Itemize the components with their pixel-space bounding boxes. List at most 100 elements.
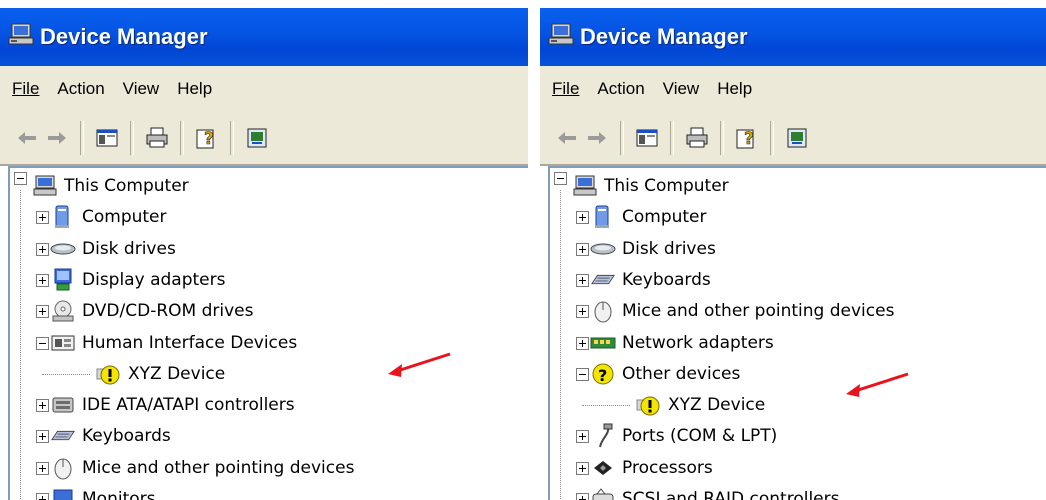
back-button[interactable] — [12, 123, 42, 153]
expand-toggle[interactable] — [576, 493, 589, 500]
expand-toggle[interactable] — [36, 430, 49, 444]
menu-bar: File Action View Help — [540, 66, 1046, 113]
tree-item[interactable]: Computer — [50, 203, 167, 231]
console-tree-icon — [636, 129, 658, 147]
tree-item-child[interactable]: XYZ Device — [96, 360, 225, 388]
device-tree-pane[interactable]: This Computer Computer Disk drives Keyboard… — [548, 166, 1046, 500]
back-arrow-icon — [18, 132, 36, 144]
menu-file[interactable]: File — [550, 79, 581, 99]
menu-bar: File Action View Help — [0, 66, 528, 113]
tree-item-label: Mice and other pointing devices — [622, 301, 895, 322]
tree-item[interactable]: Ports (COM & LPT) — [590, 422, 777, 450]
tree-item[interactable]: ? Other devices — [590, 360, 740, 388]
forward-arrow-icon — [48, 132, 66, 144]
title-bar[interactable]: Device Manager — [540, 8, 1046, 66]
back-button[interactable] — [552, 123, 582, 153]
menu-help[interactable]: Help — [175, 79, 214, 99]
tree-item[interactable]: DVD/CD-ROM drives — [50, 297, 253, 325]
tree-item[interactable]: Keyboards — [50, 422, 171, 450]
toolbar-separator — [230, 121, 234, 155]
expand-toggle[interactable] — [576, 242, 589, 256]
display-adapter-icon — [50, 267, 76, 293]
menu-view[interactable]: View — [661, 79, 702, 99]
toolbar-separator — [770, 121, 774, 155]
root-computer-icon — [572, 173, 598, 199]
title-bar[interactable]: Device Manager — [0, 8, 528, 66]
expand-toggle[interactable] — [36, 461, 49, 475]
tree-root[interactable]: This Computer — [32, 172, 189, 200]
help-button[interactable]: ? — [192, 123, 222, 153]
scan-hardware-button[interactable] — [242, 123, 272, 153]
tree-item[interactable]: Mice and other pointing devices — [590, 297, 894, 325]
menu-view[interactable]: View — [121, 79, 162, 99]
tree-item[interactable]: SCSI and RAID controllers — [590, 485, 839, 500]
tree-connector — [582, 405, 630, 407]
tree-item[interactable]: Mice and other pointing devices — [50, 454, 354, 482]
collapse-toggle[interactable] — [576, 367, 589, 381]
unknown-device-icon: ? — [590, 361, 616, 387]
expand-toggle[interactable] — [36, 493, 49, 500]
menu-view-label: View — [662, 79, 700, 98]
processor-icon — [590, 455, 616, 481]
print-button[interactable] — [682, 123, 712, 153]
tree-item[interactable]: Computer — [590, 203, 707, 231]
device-tree-pane[interactable]: This Computer Computer Disk drives Display … — [8, 166, 528, 500]
toolbar-separator — [720, 121, 724, 155]
tree-item[interactable]: Display adapters — [50, 266, 225, 294]
menu-help[interactable]: Help — [715, 79, 754, 99]
menu-file-label: File — [552, 79, 580, 98]
tree-item-label: XYZ Device — [128, 363, 226, 384]
tree-item-label: SCSI and RAID controllers — [622, 489, 840, 500]
disk-drive-icon — [50, 236, 76, 262]
toolbar: ? — [540, 112, 1046, 166]
tree-item[interactable]: Keyboards — [590, 266, 711, 294]
device-manager-app-icon — [8, 23, 34, 51]
svg-text:?: ? — [598, 366, 607, 385]
device-manager-window-left: Device Manager File Action View Help ? T… — [0, 0, 528, 500]
forward-button[interactable] — [42, 123, 72, 153]
expand-toggle[interactable] — [36, 273, 49, 287]
expand-toggle[interactable] — [576, 211, 589, 225]
menu-action[interactable]: Action — [595, 79, 646, 99]
forward-button[interactable] — [582, 123, 612, 153]
expand-toggle[interactable] — [36, 242, 49, 256]
expand-toggle[interactable] — [576, 273, 589, 287]
monitor-icon — [50, 486, 76, 500]
expand-toggle[interactable] — [36, 305, 49, 319]
scan-hardware-button[interactable] — [782, 123, 812, 153]
tree-item[interactable]: Network adapters — [590, 329, 774, 357]
collapse-toggle[interactable] — [36, 336, 49, 350]
forward-arrow-icon — [588, 132, 606, 144]
back-arrow-icon — [558, 132, 576, 144]
tree-item[interactable]: Disk drives — [590, 235, 716, 263]
toolbar-separator — [620, 121, 624, 155]
warning-device-icon — [96, 361, 122, 387]
tree-item[interactable]: Human Interface Devices — [50, 329, 297, 357]
tree-item[interactable]: Processors — [590, 454, 713, 482]
show-hide-tree-button[interactable] — [632, 123, 662, 153]
expand-toggle[interactable] — [36, 211, 49, 225]
tree-item[interactable]: Monitors — [50, 485, 155, 500]
tree-item-child[interactable]: XYZ Device — [636, 391, 765, 419]
expand-toggle[interactable] — [576, 336, 589, 350]
tree-item[interactable]: IDE ATA/ATAPI controllers — [50, 391, 295, 419]
collapse-toggle[interactable] — [14, 172, 27, 185]
annotation-arrow-left — [388, 352, 451, 377]
svg-text:?: ? — [744, 129, 754, 149]
tree-root[interactable]: This Computer — [572, 172, 729, 200]
show-hide-tree-button[interactable] — [92, 123, 122, 153]
expand-toggle[interactable] — [576, 461, 589, 475]
tree-item[interactable]: Disk drives — [50, 235, 176, 263]
window-title: Device Manager — [580, 24, 748, 49]
expand-toggle[interactable] — [576, 305, 589, 319]
help-button[interactable]: ? — [732, 123, 762, 153]
collapse-toggle[interactable] — [554, 172, 567, 185]
expand-toggle[interactable] — [36, 399, 49, 413]
menu-file[interactable]: File — [10, 79, 41, 99]
device-manager-app-icon — [548, 23, 574, 51]
expand-toggle[interactable] — [576, 430, 589, 444]
menu-action[interactable]: Action — [55, 79, 106, 99]
tree-item-label: Keyboards — [82, 426, 171, 447]
print-button[interactable] — [142, 123, 172, 153]
tree-item-label: Mice and other pointing devices — [82, 457, 355, 478]
